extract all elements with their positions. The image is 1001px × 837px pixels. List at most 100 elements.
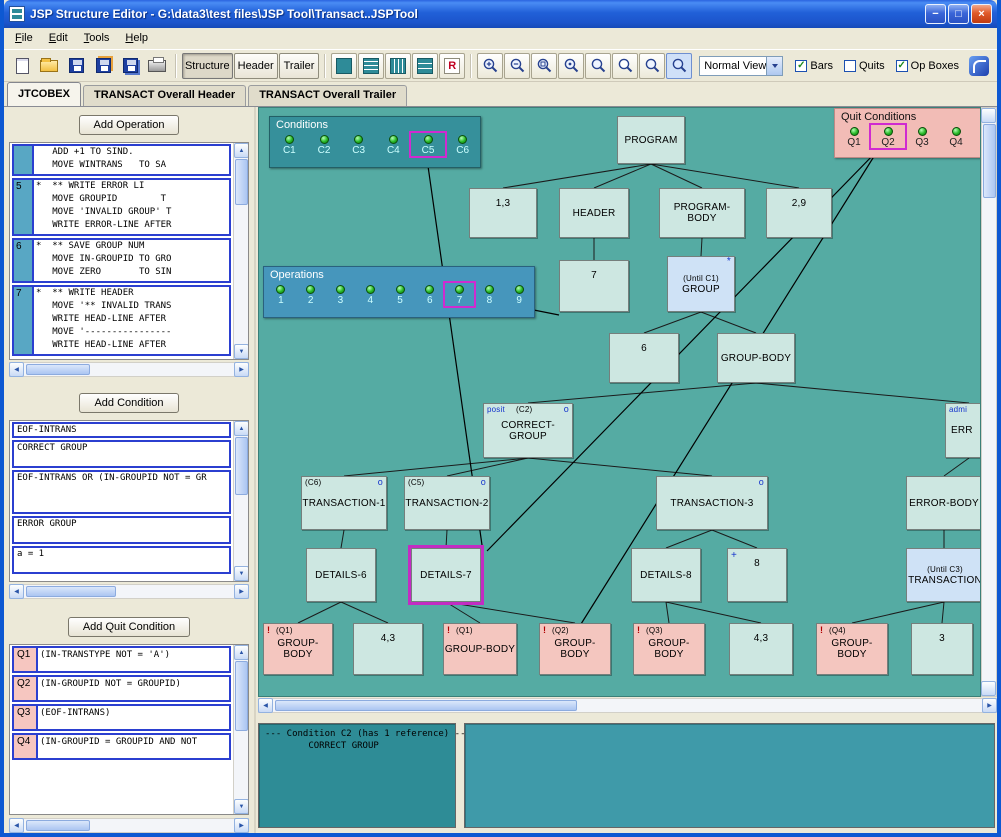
scroll-up-arrow-icon[interactable] xyxy=(234,645,249,660)
scroll-right-arrow-icon[interactable] xyxy=(982,698,997,713)
structure-view-button[interactable]: Structure xyxy=(182,53,233,79)
condition-c5-selected[interactable]: C5 xyxy=(411,133,446,156)
operation-1[interactable]: 1 xyxy=(266,283,296,306)
node-op-7[interactable]: 7 xyxy=(559,260,629,312)
structure-style-3-button[interactable] xyxy=(385,53,411,79)
open-file-button[interactable] xyxy=(36,53,62,79)
operations-hscrollbar[interactable] xyxy=(9,362,249,377)
scroll-up-arrow-icon[interactable] xyxy=(234,421,249,436)
condition-c2[interactable]: C2 xyxy=(307,133,342,156)
scrollbar-thumb[interactable] xyxy=(983,124,996,198)
quit-conditions-list[interactable]: Q1 (IN-TRANSTYPE NOT = 'A') Q2 (IN-GROUP… xyxy=(9,644,249,815)
scroll-up-arrow-icon[interactable] xyxy=(234,143,249,158)
node-transaction-until-c3[interactable]: (Until C3) TRANSACTION xyxy=(906,548,981,602)
node-header[interactable]: HEADER xyxy=(559,188,629,238)
scrollbar-thumb[interactable] xyxy=(26,364,90,375)
node-ops-4-3b[interactable]: 4,3 xyxy=(729,623,793,675)
scroll-down-arrow-icon[interactable] xyxy=(981,681,996,696)
quit-item[interactable]: Q4 (IN-GROUPID = GROUPID AND NOT xyxy=(12,733,231,760)
quits-checkbox[interactable]: Quits xyxy=(844,60,885,72)
canvas-hscrollbar[interactable] xyxy=(258,698,997,713)
zoom-region-button[interactable] xyxy=(531,53,557,79)
scroll-right-arrow-icon[interactable] xyxy=(234,818,249,833)
scroll-right-arrow-icon[interactable] xyxy=(234,362,249,377)
scroll-down-arrow-icon[interactable] xyxy=(234,799,249,814)
header-view-button[interactable]: Header xyxy=(234,53,278,79)
node-details-8[interactable]: DETAILS-8 xyxy=(631,548,701,602)
add-quit-condition-button[interactable]: Add Quit Condition xyxy=(68,617,190,637)
scrollbar-thumb[interactable] xyxy=(26,586,116,597)
node-op-6[interactable]: 6 xyxy=(609,333,679,383)
condition-c3[interactable]: C3 xyxy=(341,133,376,156)
trailer-view-button[interactable]: Trailer xyxy=(279,53,319,79)
condition-c1[interactable]: C1 xyxy=(272,133,307,156)
node-details-7-selected[interactable]: DETAILS-7 xyxy=(411,548,481,602)
condition-item[interactable]: CORRECT GROUP xyxy=(12,440,231,468)
node-program[interactable]: PROGRAM xyxy=(617,116,685,164)
add-operation-button[interactable]: Add Operation xyxy=(79,115,180,135)
node-group-body[interactable]: GROUP-BODY xyxy=(717,333,795,383)
quit-hscrollbar[interactable] xyxy=(9,818,249,833)
condition-item[interactable]: ERROR GROUP xyxy=(12,516,231,544)
node-op-8[interactable]: + 8 xyxy=(727,548,787,602)
combo-dropdown-arrow-icon[interactable] xyxy=(766,57,782,75)
view-mode-select[interactable]: Normal View xyxy=(699,56,783,76)
condition-item[interactable]: EOF-INTRANS xyxy=(12,422,231,438)
scroll-up-arrow-icon[interactable] xyxy=(981,108,996,123)
operation-item[interactable]: 5 * ** WRITE ERROR LI MOVE GROUPID T MOV… xyxy=(12,178,231,236)
node-ops-1-3[interactable]: 1,3 xyxy=(469,188,537,238)
node-error[interactable]: admi ERR xyxy=(945,403,981,458)
canvas-vscrollbar[interactable] xyxy=(981,107,997,697)
splitter[interactable] xyxy=(258,713,997,723)
operation-item[interactable]: 7 * ** WRITE HEADER MOVE '** INVALID TRA… xyxy=(12,285,231,356)
operations-vscrollbar[interactable] xyxy=(233,143,248,359)
new-file-button[interactable] xyxy=(9,53,35,79)
operation-4[interactable]: 4 xyxy=(355,283,385,306)
quit-item[interactable]: Q1 (IN-TRANSTYPE NOT = 'A') xyxy=(12,646,231,673)
operation-7-selected[interactable]: 7 xyxy=(445,283,475,306)
node-group-body-q2[interactable]: ! (Q2) GROUP-BODY xyxy=(539,623,611,675)
add-condition-button[interactable]: Add Condition xyxy=(79,393,178,413)
quit-item[interactable]: Q2 (IN-GROUPID NOT = GROUPID) xyxy=(12,675,231,702)
save-as-button[interactable] xyxy=(90,53,116,79)
save-copy-button[interactable] xyxy=(117,53,143,79)
node-group-body-q3[interactable]: ! (Q3) GROUP-BODY xyxy=(633,623,705,675)
condition-c6[interactable]: C6 xyxy=(445,133,480,156)
scrollbar-thumb[interactable] xyxy=(235,159,248,205)
scrollbar-thumb[interactable] xyxy=(235,661,248,731)
node-group-body-q1b[interactable]: ! (Q1) GROUP-BODY xyxy=(443,623,517,675)
visualize-button[interactable] xyxy=(966,53,992,79)
tab-transact-overall-header[interactable]: TRANSACT Overall Header xyxy=(83,85,246,106)
scrollbar-thumb[interactable] xyxy=(26,820,90,831)
menu-help[interactable]: Help xyxy=(118,30,157,47)
zoom-in-button[interactable] xyxy=(477,53,503,79)
scroll-down-arrow-icon[interactable] xyxy=(234,566,249,581)
quit-vscrollbar[interactable] xyxy=(233,645,248,814)
quit-q2-selected[interactable]: Q2 xyxy=(871,125,905,148)
node-op-3[interactable]: 3 xyxy=(911,623,973,675)
save-button[interactable] xyxy=(63,53,89,79)
bars-checkbox[interactable]: Bars xyxy=(795,60,833,72)
scroll-left-arrow-icon[interactable] xyxy=(258,698,273,713)
node-error-body[interactable]: ERROR-BODY xyxy=(906,476,981,530)
scroll-left-arrow-icon[interactable] xyxy=(9,362,24,377)
zoom-fit-button[interactable] xyxy=(558,53,584,79)
tab-jtcobex[interactable]: JTCOBEX xyxy=(7,82,81,106)
zoom-100-button[interactable] xyxy=(612,53,638,79)
node-transaction-2[interactable]: (C5) o TRANSACTION-2 xyxy=(404,476,490,530)
scroll-left-arrow-icon[interactable] xyxy=(9,584,24,599)
tab-transact-overall-trailer[interactable]: TRANSACT Overall Trailer xyxy=(248,85,407,106)
op-boxes-checkbox[interactable]: Op Boxes xyxy=(896,60,959,72)
quit-q4[interactable]: Q4 xyxy=(939,125,973,148)
report-view-button[interactable]: R xyxy=(439,53,465,79)
node-transaction-3[interactable]: o TRANSACTION-3 xyxy=(656,476,768,530)
conditions-hscrollbar[interactable] xyxy=(9,584,249,599)
scroll-left-arrow-icon[interactable] xyxy=(9,818,24,833)
operations-list[interactable]: ADD +1 TO SIND. MOVE WINTRANS TO SA 5 * … xyxy=(9,142,249,360)
node-transaction-1[interactable]: (C6) o TRANSACTION-1 xyxy=(301,476,387,530)
operation-5[interactable]: 5 xyxy=(385,283,415,306)
operation-2[interactable]: 2 xyxy=(296,283,326,306)
minimize-button[interactable]: − xyxy=(925,4,946,24)
quit-q3[interactable]: Q3 xyxy=(905,125,939,148)
node-group-body-q4[interactable]: ! (Q4) GROUP-BODY xyxy=(816,623,888,675)
